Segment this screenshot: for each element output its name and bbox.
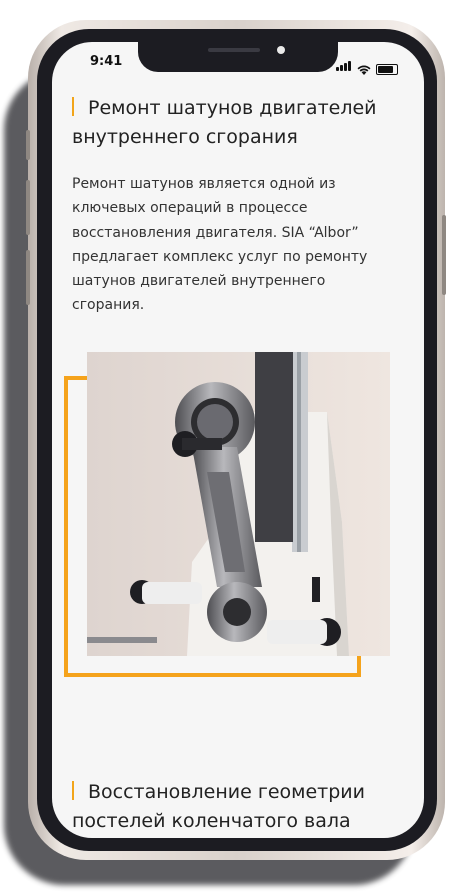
wifi-icon	[357, 65, 371, 75]
cellular-signal-icon	[336, 56, 352, 75]
section-title-2-text: Восстановление геометрии постелей коленч…	[72, 781, 365, 832]
title-accent-bar	[72, 97, 74, 116]
volume-down-button	[26, 250, 30, 305]
status-icons	[336, 56, 398, 75]
section-title: Ремонт шатунов двигателей внутреннего сг…	[72, 94, 392, 152]
status-time: 9:41	[90, 54, 123, 69]
title-accent-bar-2	[72, 781, 74, 800]
mute-switch	[26, 130, 30, 160]
volume-up-button	[26, 180, 30, 235]
phone-screen: 9:41 Ремонт шатунов двигателей внутренне…	[52, 42, 424, 838]
notch	[138, 42, 338, 72]
power-button	[442, 215, 446, 295]
connecting-rod-photo	[87, 352, 390, 656]
section-description: Ремонт шатунов является одной из ключевы…	[72, 176, 368, 314]
speaker-grille	[208, 48, 260, 52]
battery-icon	[376, 64, 398, 75]
section-title-text: Ремонт шатунов двигателей внутреннего сг…	[72, 97, 377, 148]
front-camera-icon	[277, 46, 285, 54]
section-title-2: Восстановление геометрии постелей коленч…	[72, 778, 392, 836]
